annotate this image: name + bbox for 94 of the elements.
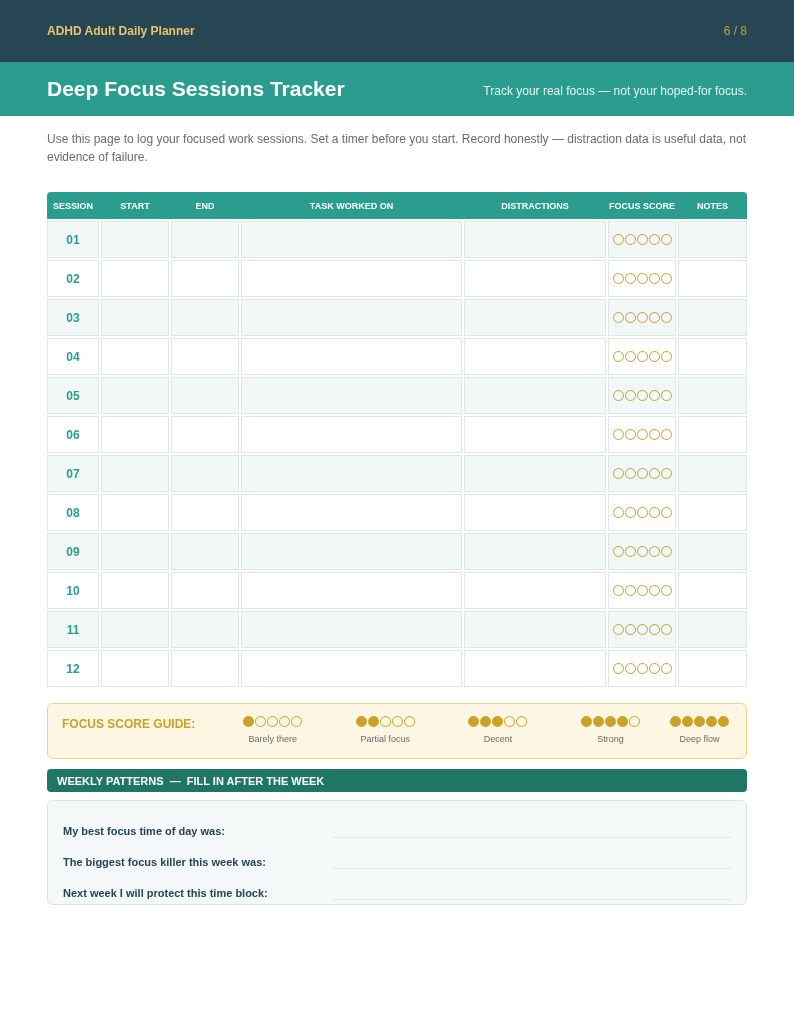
blank-cell[interactable] <box>171 377 239 414</box>
blank-cell[interactable] <box>464 416 606 453</box>
blank-cell[interactable] <box>101 650 169 687</box>
session-number: 05 <box>47 377 99 414</box>
column-header: FOCUS SCORE <box>608 200 676 211</box>
blank-cell[interactable] <box>464 611 606 648</box>
blank-cell[interactable] <box>241 260 462 297</box>
blank-cell[interactable] <box>101 416 169 453</box>
blank-cell[interactable] <box>171 650 239 687</box>
blank-cell[interactable] <box>171 611 239 648</box>
score-label: Barely there <box>248 734 298 744</box>
blank-cell[interactable] <box>241 533 462 570</box>
blank-cell[interactable] <box>464 221 606 258</box>
page-number: 6 / 8 <box>723 24 747 38</box>
blank-cell[interactable] <box>241 572 462 609</box>
score-label: Decent <box>483 734 513 744</box>
blank-cell[interactable] <box>241 494 462 531</box>
session-number: 07 <box>47 455 99 492</box>
column-header: START <box>119 200 151 211</box>
session-number: 03 <box>47 299 99 336</box>
session-number: 02 <box>47 260 99 297</box>
blank-cell[interactable] <box>464 650 606 687</box>
blank-cell[interactable] <box>171 455 239 492</box>
blank-cell[interactable] <box>171 338 239 375</box>
blank-cell[interactable] <box>171 572 239 609</box>
session-number: 01 <box>47 221 99 258</box>
blank-cell[interactable] <box>101 572 169 609</box>
column-header: END <box>194 200 216 211</box>
column-header: DISTRACTIONS <box>500 200 570 211</box>
blank-cell[interactable] <box>241 377 462 414</box>
blank-cell[interactable] <box>101 611 169 648</box>
blank-cell[interactable] <box>171 494 239 531</box>
guide-title: FOCUS SCORE GUIDE: <box>62 717 197 733</box>
blank-cell[interactable] <box>171 533 239 570</box>
prompt-text: Next week I will protect this time block: <box>63 887 269 900</box>
blank-cell[interactable] <box>678 533 747 570</box>
blank-cell[interactable] <box>101 494 169 531</box>
blank-cell[interactable] <box>171 260 239 297</box>
blank-cell[interactable] <box>464 533 606 570</box>
blank-cell[interactable] <box>171 221 239 258</box>
blank-cell[interactable] <box>241 221 462 258</box>
session-number: 08 <box>47 494 99 531</box>
blank-cell[interactable] <box>464 338 606 375</box>
blank-cell[interactable] <box>678 416 747 453</box>
session-number: 10 <box>47 572 99 609</box>
blank-cell[interactable] <box>101 338 169 375</box>
blank-cell[interactable] <box>101 533 169 570</box>
blank-cell[interactable] <box>464 299 606 336</box>
session-number: 06 <box>47 416 99 453</box>
planner-title: ADHD Adult Daily Planner <box>47 24 195 38</box>
blank-cell[interactable] <box>678 650 747 687</box>
session-number: 11 <box>47 611 99 648</box>
page-title: Deep Focus Sessions Tracker <box>47 77 345 101</box>
prompt-text: The biggest focus killer this week was: <box>63 856 267 869</box>
blank-cell[interactable] <box>171 416 239 453</box>
section-header: WEEKLY PATTERNS — FILL IN AFTER THE WEEK <box>47 769 747 792</box>
blank-cell[interactable] <box>101 377 169 414</box>
blank-cell[interactable] <box>241 416 462 453</box>
blank-cell[interactable] <box>101 455 169 492</box>
blank-cell[interactable] <box>678 611 747 648</box>
blank-cell[interactable] <box>241 299 462 336</box>
blank-cell[interactable] <box>101 221 169 258</box>
blank-cell[interactable] <box>241 611 462 648</box>
blank-cell[interactable] <box>678 338 747 375</box>
score-label: Partial focus <box>360 734 411 744</box>
blank-cell[interactable] <box>678 299 747 336</box>
session-number: 04 <box>47 338 99 375</box>
blank-cell[interactable] <box>678 221 747 258</box>
blank-cell[interactable] <box>678 455 747 492</box>
score-label: Deep flow <box>679 734 720 744</box>
blank-cell[interactable] <box>464 455 606 492</box>
prompt-text: My best focus time of day was: <box>63 825 226 838</box>
blank-cell[interactable] <box>171 299 239 336</box>
blank-cell[interactable] <box>464 572 606 609</box>
blank-cell[interactable] <box>678 260 747 297</box>
column-header: SESSION <box>52 200 94 211</box>
blank-cell[interactable] <box>678 377 747 414</box>
blank-cell[interactable] <box>241 455 462 492</box>
blank-cell[interactable] <box>101 260 169 297</box>
blank-cell[interactable] <box>464 494 606 531</box>
intro-text: Use this page to log your focused work sessions. Set a timer before you start. Record honestly — distraction data is useful data, not evidence of failure. <box>47 131 747 166</box>
session-number: 09 <box>47 533 99 570</box>
blank-cell[interactable] <box>678 494 747 531</box>
blank-cell[interactable] <box>464 260 606 297</box>
blank-cell[interactable] <box>678 572 747 609</box>
blank-cell[interactable] <box>101 299 169 336</box>
column-header: TASK WORKED ON <box>308 200 395 211</box>
session-number: 12 <box>47 650 99 687</box>
column-header: NOTES <box>696 200 729 211</box>
blank-cell[interactable] <box>241 338 462 375</box>
score-label: Strong <box>597 734 624 744</box>
blank-cell[interactable] <box>241 650 462 687</box>
blank-cell[interactable] <box>464 377 606 414</box>
tagline: Track your real focus — not your hoped-for focus. <box>483 84 747 98</box>
